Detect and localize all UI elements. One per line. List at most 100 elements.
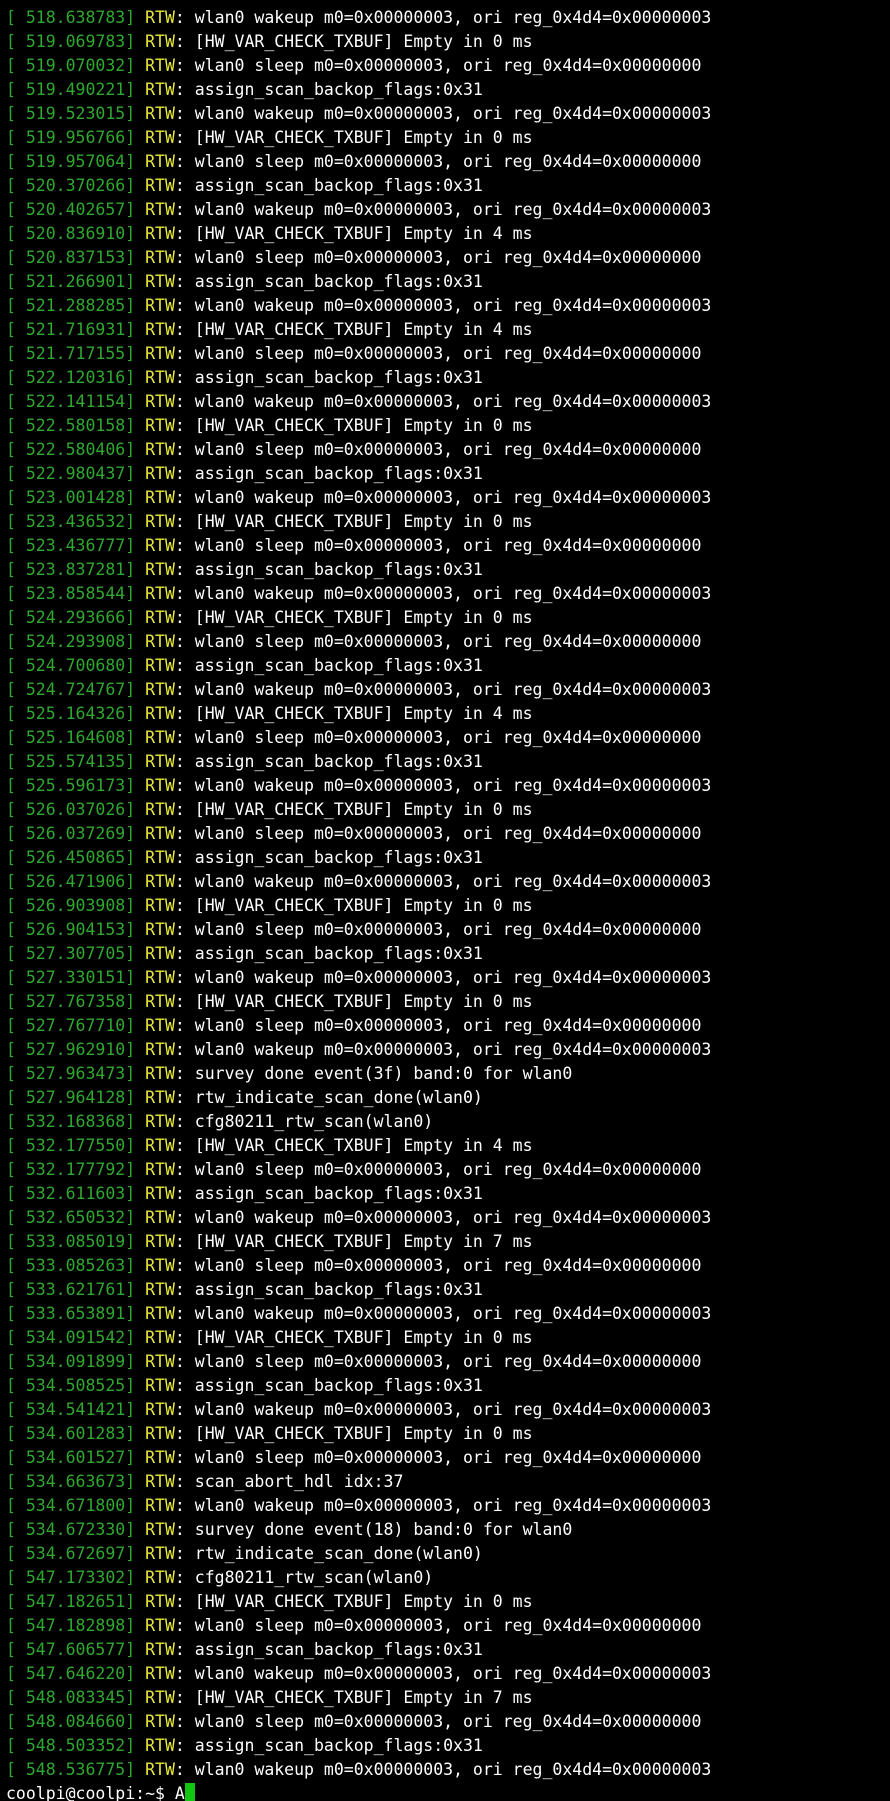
tag-separator: : <box>174 824 195 843</box>
timestamp: 527.767358 <box>25 992 126 1011</box>
log-tag: RTW <box>145 296 175 315</box>
timestamp-bracket-close: ] <box>125 536 146 555</box>
timestamp: 527.964128 <box>25 1088 126 1107</box>
tag-separator: : <box>174 1160 195 1179</box>
timestamp-bracket-close: ] <box>125 248 146 267</box>
timestamp-bracket-open: [ <box>6 632 26 651</box>
log-message: [HW_VAR_CHECK_TXBUF] Empty in 0 ms <box>194 1328 533 1347</box>
timestamp-bracket-close: ] <box>125 560 146 579</box>
log-message: wlan0 wakeup m0=0x00000003, ori reg_0x4d… <box>194 296 712 315</box>
tag-separator: : <box>174 1592 195 1611</box>
timestamp-bracket-open: [ <box>6 1280 26 1299</box>
timestamp: 534.508525 <box>25 1376 126 1395</box>
log-line: [ 527.307705] RTW: assign_scan_backop_fl… <box>0 942 890 966</box>
timestamp: 534.663673 <box>25 1472 126 1491</box>
timestamp-bracket-open: [ <box>6 536 26 555</box>
log-tag: RTW <box>145 1280 175 1299</box>
tag-separator: : <box>174 1352 195 1371</box>
log-message: wlan0 sleep m0=0x00000003, ori reg_0x4d4… <box>194 1256 702 1275</box>
timestamp-bracket-open: [ <box>6 416 26 435</box>
log-tag: RTW <box>145 176 175 195</box>
timestamp-bracket-open: [ <box>6 392 26 411</box>
tag-separator: : <box>174 848 195 867</box>
timestamp: 548.084660 <box>25 1712 126 1731</box>
timestamp: 521.716931 <box>25 320 126 339</box>
log-tag: RTW <box>145 1760 175 1779</box>
tag-separator: : <box>174 1640 195 1659</box>
tag-separator: : <box>174 1472 195 1491</box>
timestamp-bracket-close: ] <box>125 1280 146 1299</box>
timestamp-bracket-open: [ <box>6 608 26 627</box>
timestamp: 521.717155 <box>25 344 126 363</box>
prompt-line[interactable]: coolpi@coolpi:~$ A <box>0 1782 890 1801</box>
timestamp-bracket-close: ] <box>125 1640 146 1659</box>
timestamp-bracket-open: [ <box>6 1616 26 1635</box>
log-message: wlan0 sleep m0=0x00000003, ori reg_0x4d4… <box>194 632 702 651</box>
tag-separator: : <box>174 1568 195 1587</box>
log-line: [ 519.069783] RTW: [HW_VAR_CHECK_TXBUF] … <box>0 30 890 54</box>
log-line: [ 526.037026] RTW: [HW_VAR_CHECK_TXBUF] … <box>0 798 890 822</box>
tag-separator: : <box>174 1136 195 1155</box>
log-tag: RTW <box>145 1544 175 1563</box>
timestamp: 522.980437 <box>25 464 126 483</box>
log-message: wlan0 sleep m0=0x00000003, ori reg_0x4d4… <box>194 536 702 555</box>
log-message: cfg80211_rtw_scan(wlan0) <box>194 1568 434 1587</box>
timestamp-bracket-open: [ <box>6 464 26 483</box>
tag-separator: : <box>174 1184 195 1203</box>
log-line: [ 526.471906] RTW: wlan0 wakeup m0=0x000… <box>0 870 890 894</box>
timestamp-bracket-open: [ <box>6 680 26 699</box>
log-message: [HW_VAR_CHECK_TXBUF] Empty in 0 ms <box>194 992 533 1011</box>
timestamp: 526.450865 <box>25 848 126 867</box>
timestamp-bracket-open: [ <box>6 56 26 75</box>
timestamp: 547.606577 <box>25 1640 126 1659</box>
timestamp-bracket-close: ] <box>125 1256 146 1275</box>
timestamp: 547.646220 <box>25 1664 126 1683</box>
tag-separator: : <box>174 560 195 579</box>
tag-separator: : <box>174 1664 195 1683</box>
timestamp-bracket-open: [ <box>6 224 26 243</box>
timestamp: 547.182898 <box>25 1616 126 1635</box>
log-tag: RTW <box>145 1568 175 1587</box>
tag-separator: : <box>174 1232 195 1251</box>
timestamp-bracket-close: ] <box>125 104 146 123</box>
tag-separator: : <box>174 56 195 75</box>
log-message: wlan0 wakeup m0=0x00000003, ori reg_0x4d… <box>194 1304 712 1323</box>
command-input[interactable]: A <box>175 1784 185 1801</box>
log-line: [ 526.037269] RTW: wlan0 sleep m0=0x0000… <box>0 822 890 846</box>
log-line: [ 520.837153] RTW: wlan0 sleep m0=0x0000… <box>0 246 890 270</box>
log-line: [ 532.611603] RTW: assign_scan_backop_fl… <box>0 1182 890 1206</box>
timestamp-bracket-close: ] <box>125 1040 146 1059</box>
log-line: [ 523.436532] RTW: [HW_VAR_CHECK_TXBUF] … <box>0 510 890 534</box>
timestamp: 520.370266 <box>25 176 126 195</box>
timestamp: 524.724767 <box>25 680 126 699</box>
log-line: [ 524.293908] RTW: wlan0 sleep m0=0x0000… <box>0 630 890 654</box>
log-tag: RTW <box>145 1472 175 1491</box>
timestamp: 534.091542 <box>25 1328 126 1347</box>
timestamp-bracket-open: [ <box>6 704 26 723</box>
log-tag: RTW <box>145 1184 175 1203</box>
log-tag: RTW <box>145 1592 175 1611</box>
log-tag: RTW <box>145 656 175 675</box>
tag-separator: : <box>174 1088 195 1107</box>
timestamp: 526.037026 <box>25 800 126 819</box>
terminal-window[interactable]: [ 518.638783] RTW: wlan0 wakeup m0=0x000… <box>0 0 890 1801</box>
timestamp-bracket-open: [ <box>6 1520 26 1539</box>
log-message: wlan0 wakeup m0=0x00000003, ori reg_0x4d… <box>194 776 712 795</box>
log-tag: RTW <box>145 752 175 771</box>
timestamp-bracket-open: [ <box>6 776 26 795</box>
log-line: [ 548.083345] RTW: [HW_VAR_CHECK_TXBUF] … <box>0 1686 890 1710</box>
log-line: [ 534.672330] RTW: survey done event(18)… <box>0 1518 890 1542</box>
timestamp: 527.330151 <box>25 968 126 987</box>
log-message: [HW_VAR_CHECK_TXBUF] Empty in 0 ms <box>194 608 533 627</box>
tag-separator: : <box>174 968 195 987</box>
timestamp-bracket-open: [ <box>6 296 26 315</box>
tag-separator: : <box>174 80 195 99</box>
log-message: wlan0 wakeup m0=0x00000003, ori reg_0x4d… <box>194 1496 712 1515</box>
tag-separator: : <box>174 728 195 747</box>
timestamp-bracket-close: ] <box>125 1568 146 1587</box>
tag-separator: : <box>174 320 195 339</box>
timestamp: 525.574135 <box>25 752 126 771</box>
log-message: assign_scan_backop_flags:0x31 <box>194 368 483 387</box>
log-message: wlan0 wakeup m0=0x00000003, ori reg_0x4d… <box>194 8 712 27</box>
timestamp-bracket-close: ] <box>125 776 146 795</box>
